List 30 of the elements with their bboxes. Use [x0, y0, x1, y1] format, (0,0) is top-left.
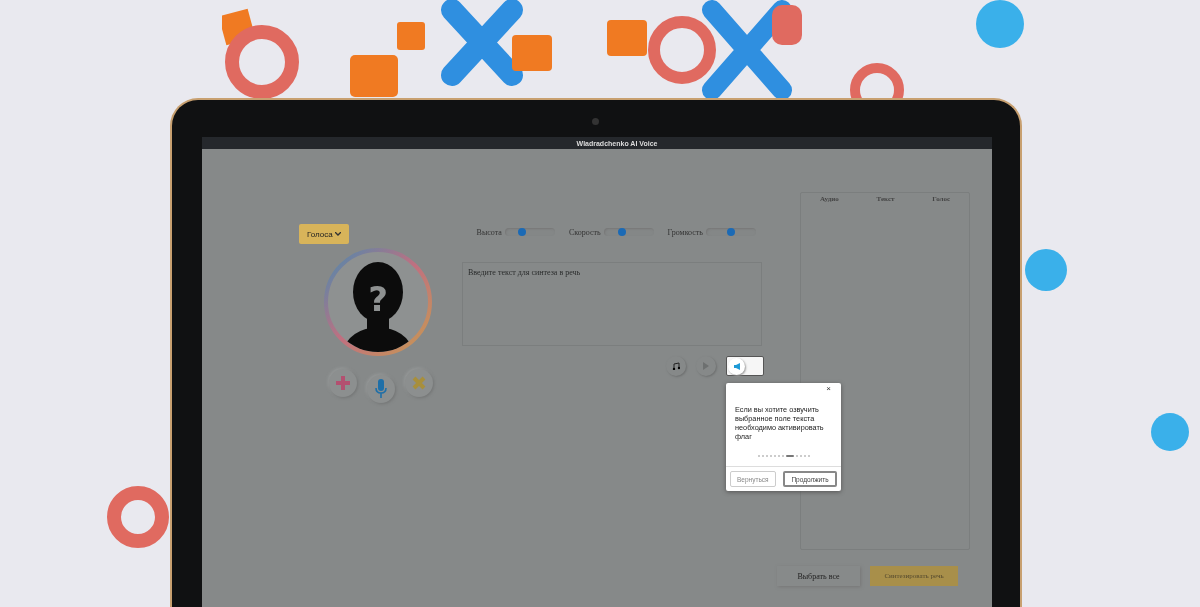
speaker-icon	[733, 362, 740, 370]
close-button[interactable]: ×	[826, 383, 831, 393]
slider-track[interactable]	[706, 228, 756, 236]
add-button[interactable]	[329, 369, 357, 397]
microphone-icon	[375, 379, 387, 399]
ball-drawing	[1024, 248, 1068, 292]
speak-selected-toggle[interactable]	[726, 356, 764, 376]
plus-icon	[335, 375, 351, 391]
slider-label: Громкость	[667, 227, 703, 237]
chevron-down-icon	[334, 232, 341, 237]
select-all-button[interactable]: Выбрать все	[777, 566, 860, 586]
close-icon	[412, 376, 426, 390]
question-mark: ?	[368, 279, 388, 319]
microphone-button[interactable]	[367, 375, 395, 403]
text-input-field[interactable]: Введите текст для синтеза в речь	[462, 262, 762, 346]
ball-drawing	[974, 0, 1026, 50]
slider-thumb[interactable]	[727, 228, 735, 236]
slider-label: Скорость	[568, 227, 601, 237]
slider-track[interactable]	[603, 228, 654, 236]
music-note-icon	[672, 362, 680, 370]
ball-drawing	[1150, 412, 1190, 452]
play-icon	[703, 362, 709, 370]
swirl-drawing	[106, 485, 170, 549]
slider-label: Высота	[476, 227, 502, 237]
slider-thumb[interactable]	[618, 228, 627, 236]
voices-dropdown[interactable]: Голоса	[299, 224, 349, 244]
slider-track[interactable]	[504, 228, 555, 236]
camera-icon	[592, 118, 599, 125]
slider-thumb[interactable]	[518, 228, 527, 236]
delete-button[interactable]	[405, 369, 433, 397]
